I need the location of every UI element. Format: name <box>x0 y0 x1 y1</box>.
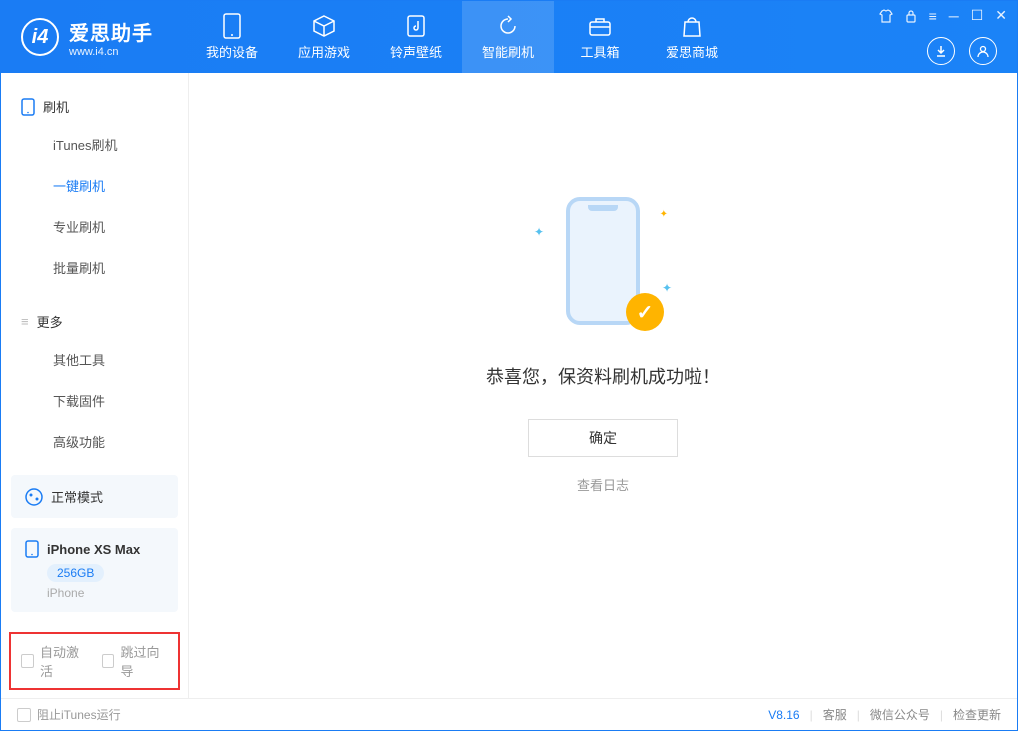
device-name: iPhone XS Max <box>47 542 140 557</box>
confirm-button[interactable]: 确定 <box>528 419 678 457</box>
check-icon: ✓ <box>626 293 664 331</box>
user-button[interactable] <box>969 37 997 65</box>
sidebar-item-firmware[interactable]: 下载固件 <box>1 380 188 421</box>
device-type: iPhone <box>47 586 164 600</box>
logo-icon: i4 <box>21 18 59 56</box>
nav-tab-toolbox[interactable]: 工具箱 <box>554 1 646 73</box>
logo: i4 爱思助手 www.i4.cn <box>1 1 186 73</box>
nav-label: 工具箱 <box>580 42 619 61</box>
sidebar-item-pro[interactable]: 专业刷机 <box>1 206 188 247</box>
sparkle-icon: ✦ <box>662 281 672 295</box>
main-content: ✓ ✦ ✦ ✦ 恭喜您，保资料刷机成功啦！ 确定 查看日志 <box>189 73 1017 698</box>
phone-icon <box>21 98 35 116</box>
download-button[interactable] <box>927 37 955 65</box>
sidebar-header-more: ≡ 更多 <box>1 304 188 339</box>
nav-tab-apps[interactable]: 应用游戏 <box>278 1 370 73</box>
storage-badge: 256GB <box>47 564 104 582</box>
titlebar: i4 爱思助手 www.i4.cn 我的设备 应用游戏 铃声壁纸 智能刷机 <box>1 1 1017 73</box>
footer: 阻止iTunes运行 V8.16 | 客服 | 微信公众号 | 检查更新 <box>1 698 1017 730</box>
options-box: 自动激活 跳过向导 <box>9 632 180 690</box>
nav-tab-device[interactable]: 我的设备 <box>186 1 278 73</box>
checkbox-skip-guide[interactable]: 跳过向导 <box>102 642 169 680</box>
window-controls: ≡ ─ ☐ ✕ <box>879 7 1007 24</box>
bag-icon <box>680 14 704 38</box>
mode-panel[interactable]: 正常模式 <box>11 475 178 518</box>
nav-tab-flash[interactable]: 智能刷机 <box>462 1 554 73</box>
app-name: 爱思助手 <box>69 17 153 46</box>
wechat-link[interactable]: 微信公众号 <box>870 706 930 723</box>
checkbox-label: 阻止iTunes运行 <box>37 706 121 723</box>
checkbox-label: 跳过向导 <box>120 642 168 680</box>
checkbox-box <box>17 708 31 722</box>
checkbox-label: 自动激活 <box>40 642 88 680</box>
body: 刷机 iTunes刷机 一键刷机 专业刷机 批量刷机 ≡ 更多 其他工具 下载固… <box>1 73 1017 698</box>
app-url: www.i4.cn <box>69 46 153 58</box>
checkbox-auto-activate[interactable]: 自动激活 <box>21 642 88 680</box>
checkbox-box <box>102 654 115 668</box>
shirt-icon[interactable] <box>879 9 893 23</box>
nav-tab-ringtone[interactable]: 铃声壁纸 <box>370 1 462 73</box>
close-icon[interactable]: ✕ <box>995 7 1007 24</box>
sync-icon <box>25 488 43 506</box>
toolbox-icon <box>588 14 612 38</box>
nav-tabs: 我的设备 应用游戏 铃声壁纸 智能刷机 工具箱 爱思商城 <box>186 1 738 73</box>
nav-label: 爱思商城 <box>666 42 718 61</box>
menu-icon[interactable]: ≡ <box>929 8 937 24</box>
sidebar-section-title: 更多 <box>37 312 63 331</box>
sidebar-header-flash: 刷机 <box>1 89 188 124</box>
update-link[interactable]: 检查更新 <box>953 706 1001 723</box>
nav-label: 智能刷机 <box>482 42 534 61</box>
device-panel[interactable]: iPhone XS Max 256GB iPhone <box>11 528 178 612</box>
support-link[interactable]: 客服 <box>823 706 847 723</box>
nav-label: 铃声壁纸 <box>390 42 442 61</box>
view-log-link[interactable]: 查看日志 <box>577 475 629 494</box>
success-message: 恭喜您，保资料刷机成功啦！ <box>486 363 720 389</box>
device-icon <box>220 14 244 38</box>
cube-icon <box>312 14 336 38</box>
sparkle-icon: ✦ <box>534 225 544 239</box>
phone-icon <box>25 540 39 558</box>
sidebar-item-othertools[interactable]: 其他工具 <box>1 339 188 380</box>
sparkle-icon: ✦ <box>660 209 668 220</box>
sidebar: 刷机 iTunes刷机 一键刷机 专业刷机 批量刷机 ≡ 更多 其他工具 下载固… <box>1 73 189 698</box>
app-window: i4 爱思助手 www.i4.cn 我的设备 应用游戏 铃声壁纸 智能刷机 <box>0 0 1018 731</box>
checkbox-box <box>21 654 34 668</box>
list-icon: ≡ <box>21 314 29 329</box>
sidebar-item-advanced[interactable]: 高级功能 <box>1 421 188 462</box>
minimize-icon[interactable]: ─ <box>949 8 959 24</box>
music-icon <box>404 14 428 38</box>
checkbox-block-itunes[interactable]: 阻止iTunes运行 <box>17 706 121 723</box>
sidebar-item-itunes[interactable]: iTunes刷机 <box>1 124 188 165</box>
nav-label: 我的设备 <box>206 42 258 61</box>
sidebar-section-title: 刷机 <box>43 97 69 116</box>
success-graphic: ✓ ✦ ✦ ✦ <box>548 197 658 337</box>
mode-label: 正常模式 <box>51 487 103 506</box>
refresh-icon <box>496 14 520 38</box>
nav-label: 应用游戏 <box>298 42 350 61</box>
version-label: V8.16 <box>768 708 799 722</box>
lock-icon[interactable] <box>905 9 917 23</box>
nav-tab-store[interactable]: 爱思商城 <box>646 1 738 73</box>
maximize-icon[interactable]: ☐ <box>971 7 984 24</box>
sidebar-item-batch[interactable]: 批量刷机 <box>1 247 188 288</box>
sidebar-item-oneclick[interactable]: 一键刷机 <box>1 165 188 206</box>
titlebar-actions <box>927 37 997 65</box>
